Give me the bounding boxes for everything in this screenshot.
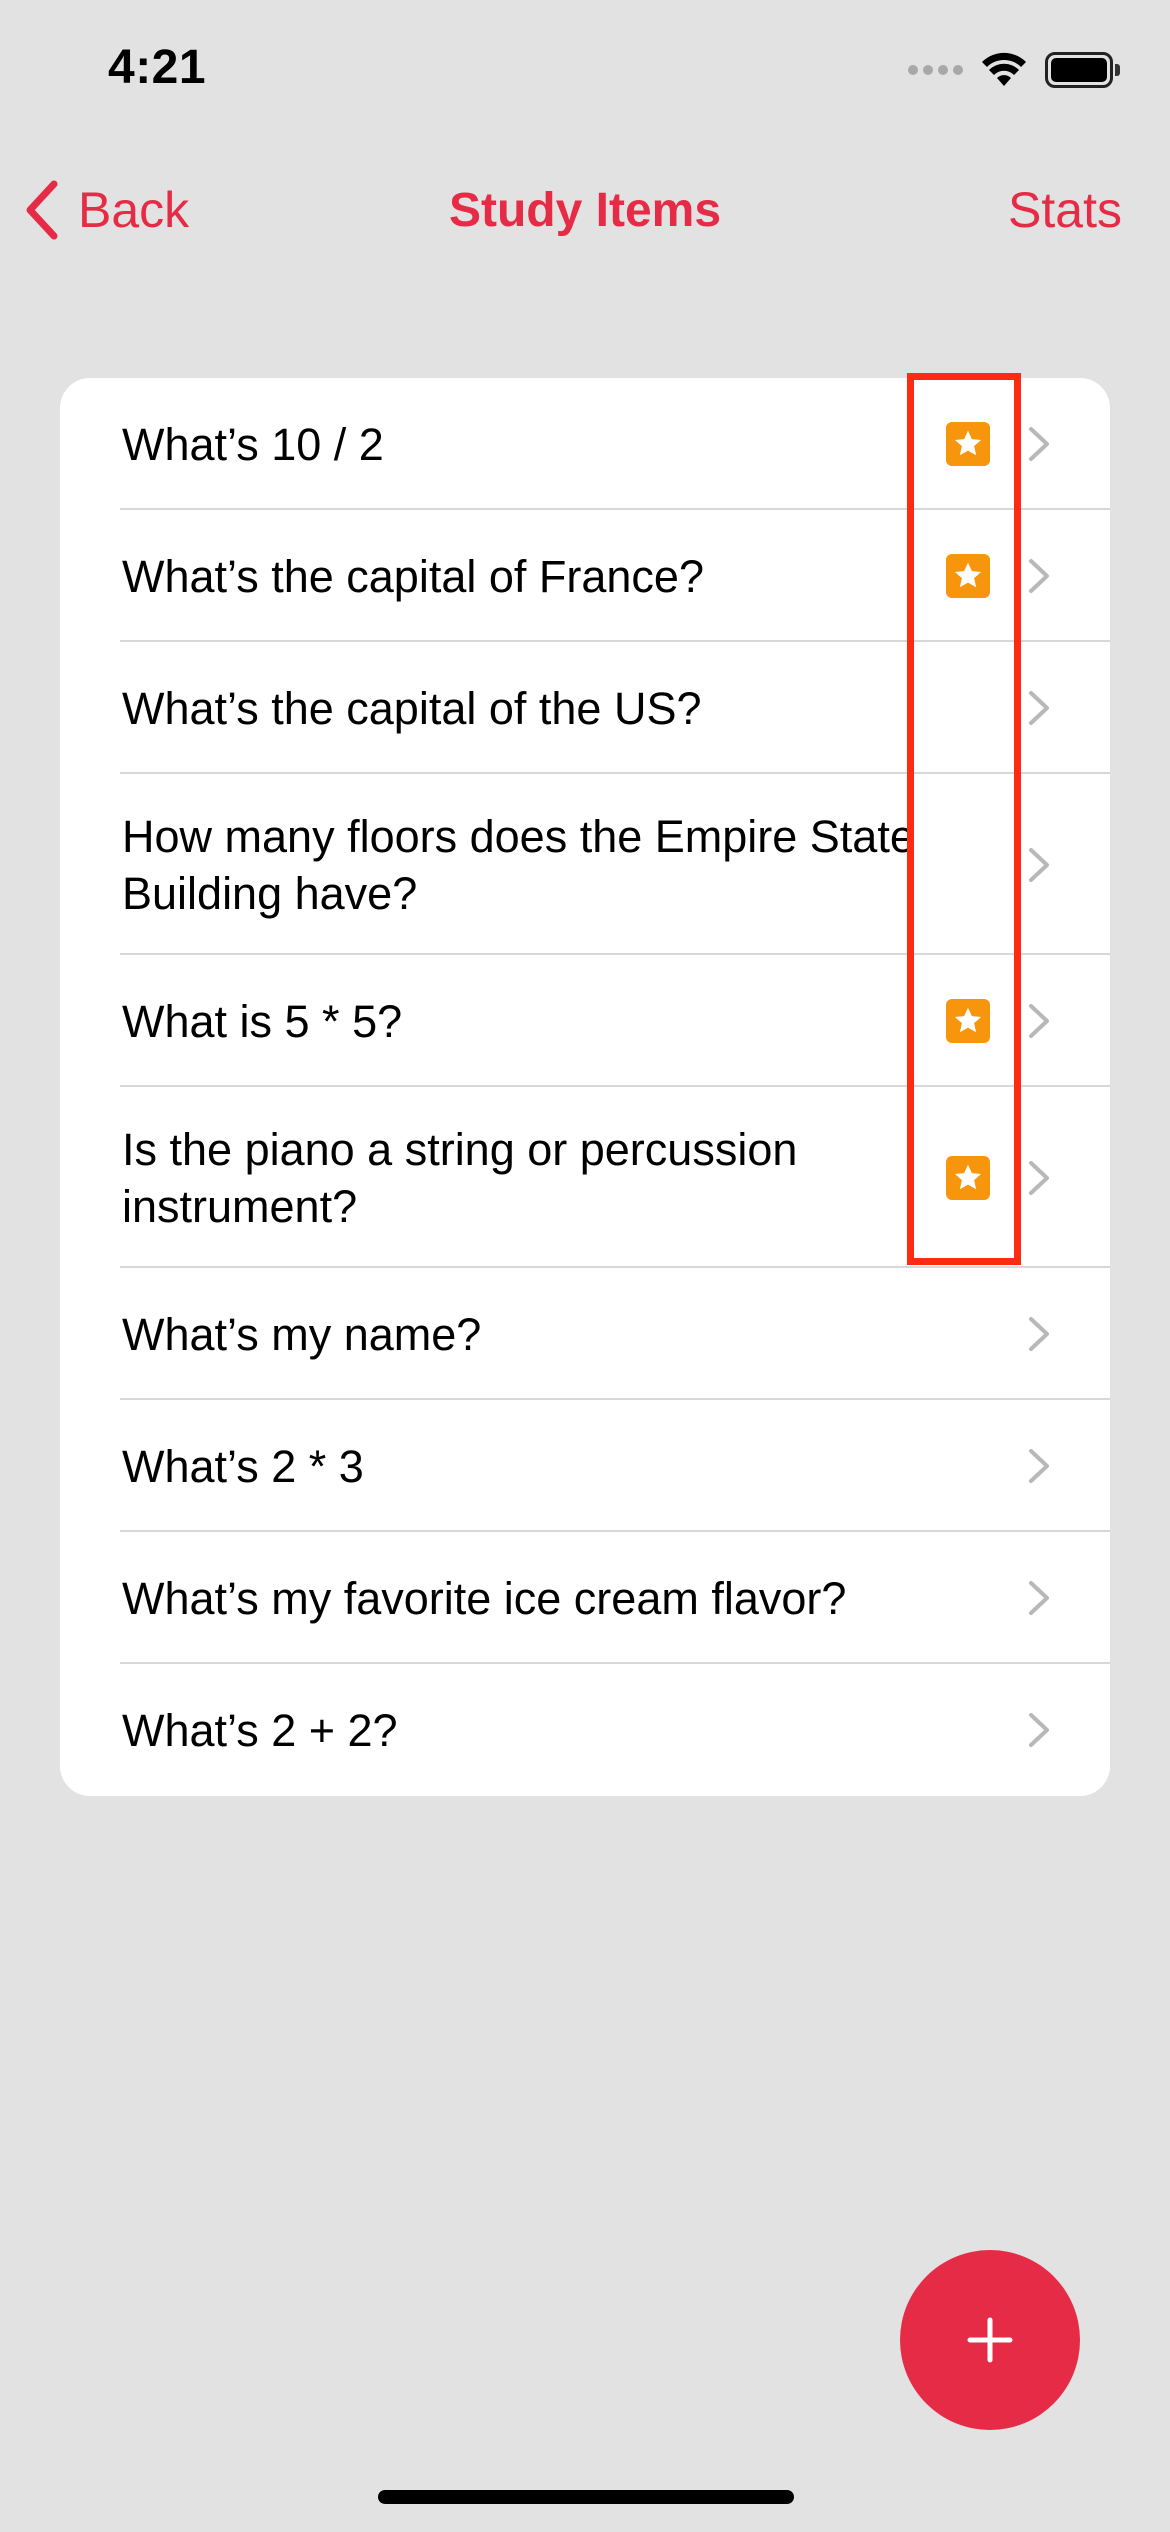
stats-button[interactable]: Stats [1008,170,1122,250]
list-item[interactable]: What’s 2 * 3 [60,1400,1110,1532]
list-item-label: What’s the capital of the US? [122,682,702,734]
screen: 4:21 Back Study Items Stats What’s 10 / … [0,0,1170,2532]
wifi-icon [982,52,1026,86]
chevron-left-icon [26,180,58,240]
list-item-label: What’s my favorite ice cream flavor? [122,1572,847,1624]
list-item[interactable]: What’s 2 + 2? [60,1664,1110,1796]
navigation-bar: Back Study Items Stats [0,170,1170,250]
list-item[interactable]: Is the piano a string or percussion inst… [60,1087,1110,1268]
list-item[interactable]: What’s my name? [60,1268,1110,1400]
list-item-label: What’s the capital of France? [122,550,704,602]
chevron-right-icon [1029,1004,1049,1038]
chevron-right-icon [1029,691,1049,725]
list-item-label: What’s 10 / 2 [122,418,384,470]
status-time: 4:21 [108,41,207,94]
list-item[interactable]: What’s the capital of France? [60,510,1110,642]
star-icon [946,554,990,598]
home-indicator[interactable] [378,2490,794,2504]
list-item[interactable]: What’s my favorite ice cream flavor? [60,1532,1110,1664]
back-button[interactable]: Back [24,170,189,250]
star-icon [946,422,990,466]
chevron-right-icon [1029,1449,1049,1483]
chevron-right-icon [1029,1581,1049,1615]
list-item-label: What’s 2 * 3 [122,1440,364,1492]
list-item-label: What’s 2 + 2? [122,1704,398,1756]
list-item[interactable]: How many floors does the Empire State Bu… [60,774,1110,955]
list-item-label: What is 5 * 5? [122,995,403,1047]
list-item[interactable]: What is 5 * 5? [60,955,1110,1087]
list-item-label: How many floors does the Empire State Bu… [122,810,915,919]
list-item[interactable]: What’s 10 / 2 [60,378,1110,510]
cellular-signal-icon [908,65,963,75]
chevron-right-icon [1029,847,1049,882]
star-icon [946,999,990,1043]
chevron-right-icon [1029,1317,1049,1351]
list-item-label: Is the piano a string or percussion inst… [122,1123,798,1232]
add-item-button[interactable] [900,2250,1080,2430]
chevron-right-icon [1029,427,1049,461]
back-label: Back [78,182,190,238]
study-items-list: What’s 10 / 2 What’s the capital of Fran… [60,378,1110,1796]
status-icons [908,52,1120,88]
list-item[interactable]: What’s the capital of the US? [60,642,1110,774]
battery-icon [1045,52,1120,88]
chevron-right-icon [1029,1713,1049,1747]
chevron-right-icon [1029,559,1049,593]
list-item-label: What’s my name? [122,1308,482,1360]
star-icon [946,1155,990,1200]
plus-icon [967,2317,1013,2363]
chevron-right-icon [1029,1160,1049,1195]
